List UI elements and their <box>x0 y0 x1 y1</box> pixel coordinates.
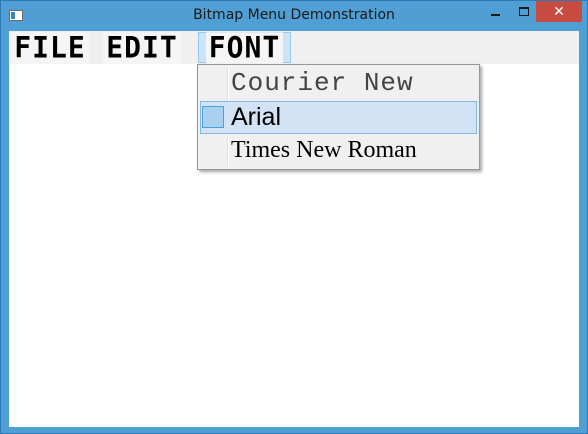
menu-bar: FILE EDIT FONT <box>9 31 579 64</box>
menu-edit[interactable]: EDIT <box>103 31 181 64</box>
menu-edit-bitmap: EDIT <box>103 31 181 64</box>
menu-file-bitmap: FILE <box>11 31 89 64</box>
menu-item-label: Courier New <box>231 68 414 98</box>
menu-item-times-new-roman[interactable]: Times New Roman <box>200 134 477 167</box>
app-window: Bitmap Menu Demonstration ✕ FILE EDIT FO… <box>0 0 588 434</box>
maximize-icon <box>518 7 529 16</box>
menu-font[interactable]: FONT <box>198 31 291 64</box>
close-button[interactable]: ✕ <box>536 1 582 22</box>
font-dropdown-menu: Courier New Arial Times New Roman <box>197 64 480 170</box>
checkmark-icon <box>202 106 224 128</box>
minimize-icon <box>491 13 500 16</box>
menu-item-arial[interactable]: Arial <box>200 101 477 134</box>
minimize-button[interactable] <box>482 1 509 22</box>
menu-file[interactable]: FILE <box>11 31 89 64</box>
menu-item-label: Times New Roman <box>231 137 417 163</box>
close-icon: ✕ <box>553 3 565 20</box>
menu-item-label: Arial <box>231 103 282 131</box>
menu-font-bitmap: FONT <box>205 31 284 64</box>
menu-item-courier-new[interactable]: Courier New <box>200 67 477 100</box>
title-bar[interactable]: Bitmap Menu Demonstration ✕ <box>1 1 587 31</box>
maximize-button[interactable] <box>510 1 537 22</box>
